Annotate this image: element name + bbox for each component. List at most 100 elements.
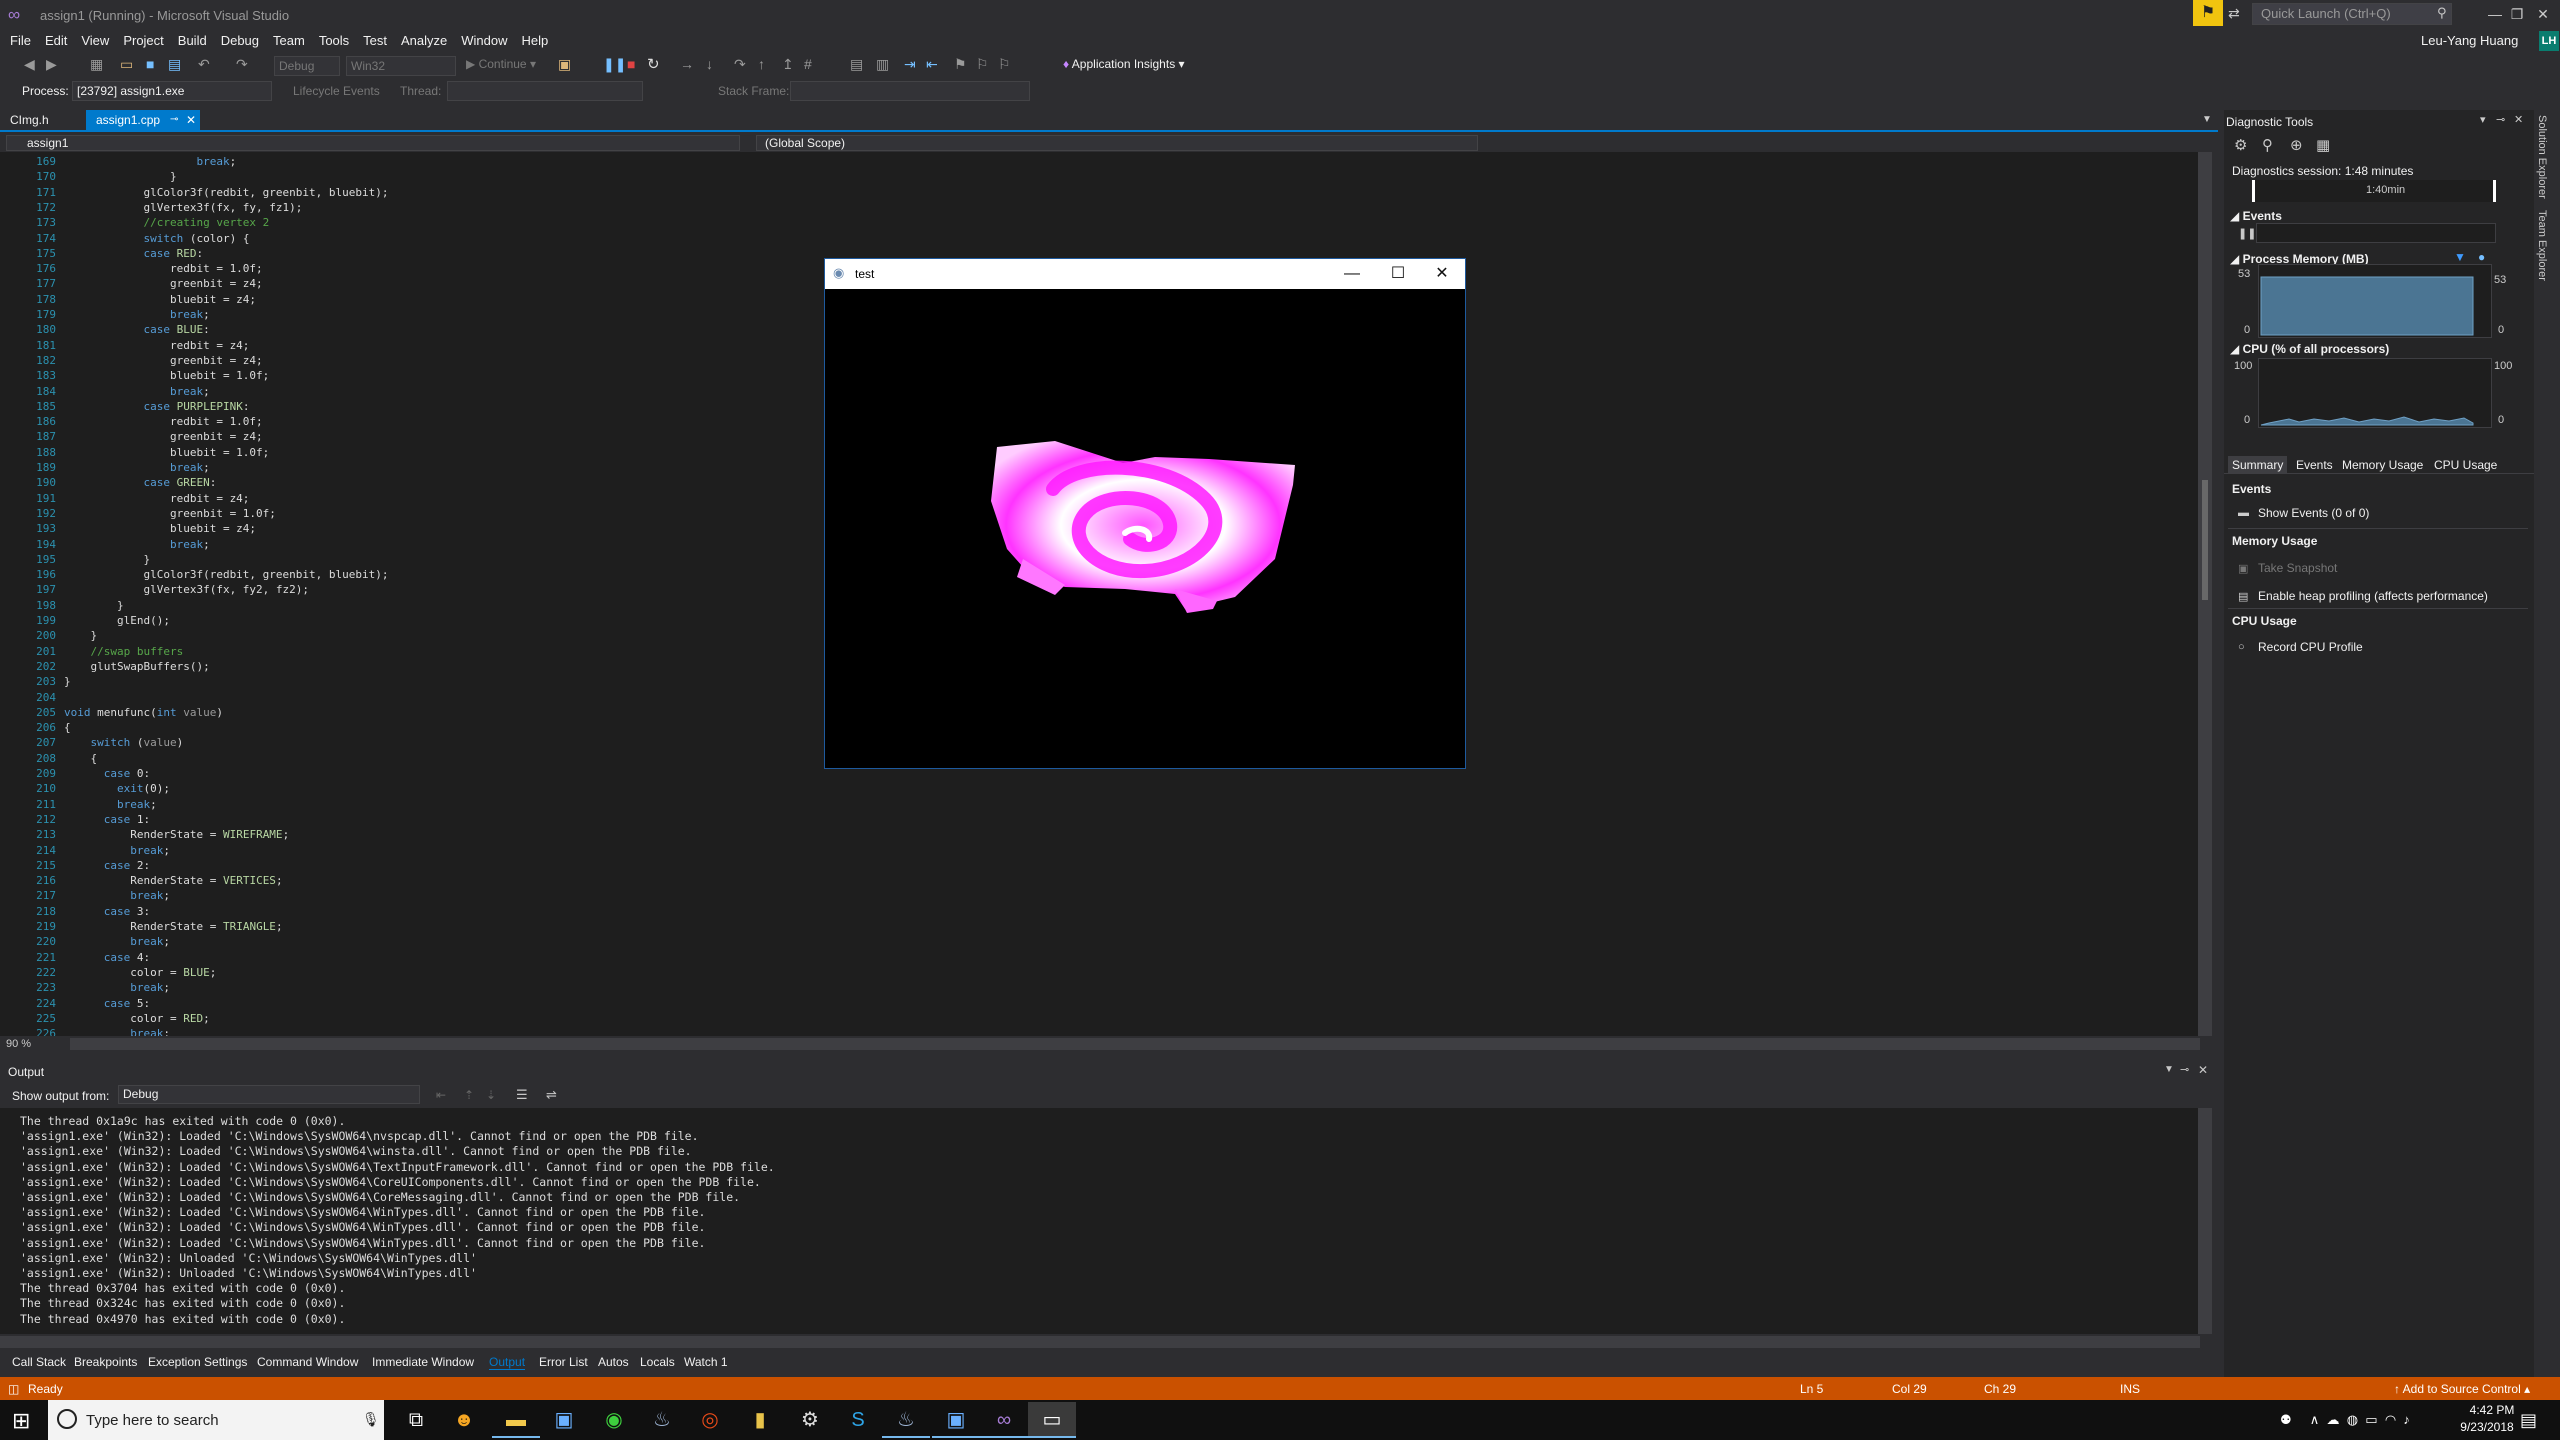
menu-window[interactable]: Window (454, 30, 514, 52)
pause-events-icon[interactable]: ❚❚ (2238, 227, 2256, 240)
volume-icon[interactable]: ♪ (2403, 1412, 2410, 1427)
test-window-titlebar[interactable]: ◉ test — ☐ ✕ (825, 259, 1465, 289)
code-line[interactable]: break; (64, 980, 170, 995)
code-line[interactable]: greenbit = z4; (64, 429, 263, 444)
taskbar-app-icon[interactable]: ▣ (932, 1402, 980, 1438)
new-project-icon[interactable]: ▦ (90, 56, 103, 73)
lifecycle-events-button[interactable]: Lifecycle Events (293, 84, 380, 98)
close-tab-icon[interactable]: ✕ (186, 110, 196, 130)
code-line[interactable]: greenbit = z4; (64, 276, 263, 291)
menu-tools[interactable]: Tools (312, 30, 356, 52)
code-line[interactable]: } (64, 628, 97, 643)
tab-memory-usage[interactable]: Memory Usage (2338, 456, 2427, 474)
menu-edit[interactable]: Edit (38, 30, 74, 52)
menu-view[interactable]: View (74, 30, 116, 52)
stop-icon[interactable]: ■ (627, 56, 635, 72)
tooltab-error-list[interactable]: Error List (539, 1355, 588, 1369)
menu-team[interactable]: Team (266, 30, 312, 52)
step-into-icon[interactable]: ↓ (706, 56, 713, 72)
code-line[interactable]: } (64, 674, 71, 689)
code-line[interactable]: break; (64, 384, 210, 399)
select-tools-icon[interactable]: ⚲ (2262, 136, 2273, 154)
opengl-render-canvas[interactable] (825, 289, 1465, 768)
next-bookmark-icon[interactable]: ⚐ (998, 56, 1011, 73)
add-to-source-control-button[interactable]: ↑ Add to Source Control ▴ (2394, 1382, 2530, 1396)
outdent-icon[interactable]: ⇤ (926, 56, 938, 73)
microphone-icon[interactable]: 🎙 (362, 1411, 380, 1428)
tab-assign1-cpp[interactable]: assign1.cpp ⊸ ✕ (86, 110, 200, 130)
save-all-icon[interactable]: ▤ (168, 56, 181, 73)
drive-icon[interactable]: ▭ (2365, 1412, 2377, 1427)
output-scrollbar[interactable] (2198, 1108, 2212, 1334)
back-icon[interactable]: ◀ (24, 56, 35, 73)
test-maximize-button[interactable]: ☐ (1375, 259, 1421, 289)
taskbar-app-icon[interactable]: ◉ (590, 1402, 638, 1438)
test-app-window[interactable]: ◉ test — ☐ ✕ (824, 258, 1466, 769)
redo-icon[interactable]: ↷ (236, 56, 248, 73)
code-line[interactable]: glColor3f(redbit, greenbit, bluebit); (64, 567, 388, 582)
clock-time[interactable]: 4:42 PM (2457, 1403, 2527, 1417)
code-line[interactable]: color = RED; (64, 1011, 210, 1026)
code-line[interactable]: { (64, 720, 71, 735)
platform-select[interactable]: Win32 (346, 56, 456, 76)
code-line[interactable]: bluebit = 1.0f; (64, 445, 269, 460)
output-pin-icon[interactable]: ⊸ (2180, 1063, 2189, 1076)
code-line[interactable]: break; (64, 460, 210, 475)
file-explorer-icon[interactable]: ▬ (492, 1402, 540, 1438)
cpu-title[interactable]: ◢ CPU (% of all processors) (2230, 342, 2389, 356)
code-line[interactable]: { (64, 751, 97, 766)
steam-icon[interactable]: ♨ (638, 1402, 686, 1438)
word-wrap-icon[interactable]: ⇌ (546, 1087, 557, 1103)
step-over-icon[interactable]: ↷ (734, 56, 746, 73)
code-line[interactable]: break; (64, 307, 210, 322)
code-line[interactable]: RenderState = TRIANGLE; (64, 919, 282, 934)
save-icon[interactable]: ■ (146, 56, 154, 72)
events-section-title[interactable]: ◢ Events (2230, 209, 2282, 223)
pause-icon[interactable]: ❚❚ (603, 56, 626, 73)
test-close-button[interactable]: ✕ (1419, 259, 1465, 289)
uncomment-icon[interactable]: ▥ (876, 56, 889, 73)
global-scope-select[interactable]: (Global Scope) (756, 135, 1478, 151)
menu-build[interactable]: Build (171, 30, 214, 52)
tooltab-call-stack[interactable]: Call Stack (12, 1355, 66, 1369)
people-icon[interactable]: ⚉ (2280, 1412, 2292, 1427)
code-line[interactable]: glEnd(); (64, 613, 170, 628)
prev-message-icon[interactable]: ⇡ (464, 1088, 474, 1102)
output-horizontal-scrollbar[interactable] (0, 1336, 2200, 1348)
editor-horizontal-scrollbar[interactable] (70, 1038, 2200, 1050)
test-minimize-button[interactable]: — (1329, 259, 1375, 289)
project-scope-select[interactable]: assign1 (6, 135, 740, 151)
code-line[interactable]: redbit = z4; (64, 338, 249, 353)
editor-scroll-thumb[interactable] (2202, 480, 2208, 600)
comment-icon[interactable]: ▤ (850, 56, 863, 73)
step-back-icon[interactable]: ↥ (782, 56, 794, 73)
output-dropdown-icon[interactable]: ▼ (2164, 1064, 2174, 1075)
code-line[interactable]: case 3: (64, 904, 150, 919)
reset-zoom-icon[interactable]: ▦ (2316, 136, 2330, 154)
clock-date[interactable]: 9/23/2018 (2447, 1420, 2527, 1434)
show-events-link[interactable]: Show Events (0 of 0) (2258, 506, 2369, 520)
code-line[interactable]: case 2: (64, 858, 150, 873)
search-icon[interactable]: ⚲ (2437, 5, 2447, 21)
menu-file[interactable]: File (0, 30, 38, 52)
code-line[interactable]: glutSwapBuffers(); (64, 659, 209, 674)
test-app-taskbar-icon[interactable]: ▭ (1028, 1402, 1076, 1438)
continue-button[interactable]: ▶ Continue ▾ (466, 57, 536, 71)
code-line[interactable]: case 5: (64, 996, 150, 1011)
code-line[interactable]: void menufunc(int value) (64, 705, 223, 720)
menu-help[interactable]: Help (515, 30, 556, 52)
windows-start-icon[interactable]: ⊞ (12, 1408, 30, 1434)
code-line[interactable]: } (64, 598, 124, 613)
output-source-select[interactable]: Debug (118, 1085, 420, 1104)
chevron-up-icon[interactable]: ∧ (2310, 1412, 2320, 1427)
close-panel-icon[interactable]: ✕ (2514, 113, 2523, 126)
record-cpu-profile-button[interactable]: Record CPU Profile (2258, 640, 2363, 654)
code-line[interactable]: glVertex3f(fx, fy, fz1); (64, 200, 302, 215)
code-line[interactable]: case PURPLEPINK: (64, 399, 249, 414)
code-line[interactable]: } (64, 552, 150, 567)
tab-cpu-usage[interactable]: CPU Usage (2430, 456, 2501, 474)
pin-icon[interactable]: ⊸ (170, 110, 178, 130)
configuration-select[interactable]: Debug (274, 56, 340, 76)
zoom-level[interactable]: 90 % (6, 1038, 31, 1050)
code-line[interactable]: redbit = 1.0f; (64, 414, 263, 429)
